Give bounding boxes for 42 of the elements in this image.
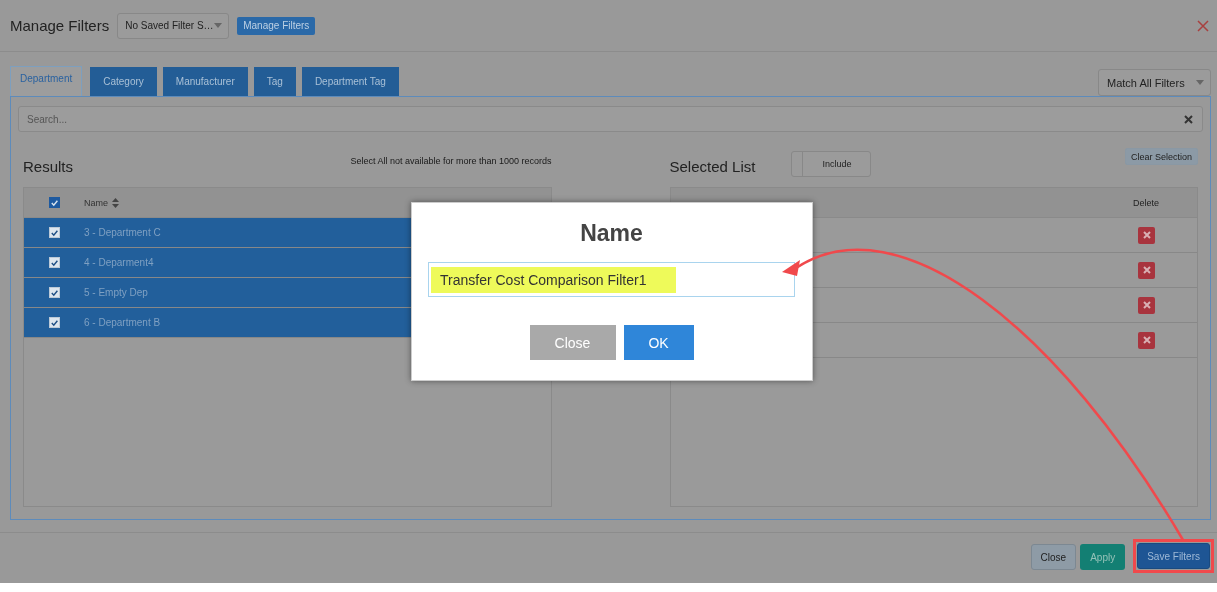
column-header[interactable]: Name — [84, 197, 108, 208]
ok-button[interactable]: OK — [623, 325, 694, 360]
caret-icon — [1196, 80, 1204, 85]
section-title: Selected List — [669, 157, 756, 175]
close-button[interactable]: Close — [529, 325, 616, 360]
close-icon — [1142, 266, 1151, 274]
row-label: 4 - Deparment4 — [84, 257, 154, 268]
dialog-title: Manage Filters — [10, 17, 110, 34]
save-filters-button[interactable]: Save Filters — [1137, 543, 1210, 569]
tab[interactable]: Category — [90, 67, 157, 96]
row-label: 5 - Empty Dep — [84, 287, 148, 298]
clear-icon — [1184, 115, 1193, 124]
row-label: 3 - Department C — [84, 227, 161, 238]
info-text: Select All not available for more than 1000 records — [350, 155, 552, 166]
match-dropdown[interactable]: Match All Filters — [1098, 69, 1211, 96]
clear-selection-button[interactable]: Clear Selection — [1124, 148, 1198, 165]
close-icon — [1142, 231, 1151, 239]
close-icon — [1197, 19, 1209, 32]
tab[interactable]: Department Tag — [301, 67, 399, 96]
row-label: 6 - Department B — [84, 317, 161, 328]
close-button[interactable]: Close — [1030, 544, 1077, 570]
tab[interactable]: Department — [10, 66, 83, 96]
checkbox[interactable] — [48, 197, 60, 208]
caret-icon — [214, 23, 223, 28]
tab[interactable]: Manufacturer — [162, 67, 248, 96]
include-toggle[interactable]: Include — [791, 151, 872, 177]
tab[interactable]: Tag — [253, 67, 296, 96]
sort-icon — [112, 197, 119, 208]
delete-button[interactable] — [1138, 261, 1155, 279]
close-icon — [1142, 301, 1151, 309]
close-icon — [1142, 336, 1151, 344]
delete-button[interactable] — [1138, 296, 1155, 314]
delete-button[interactable] — [1138, 331, 1155, 349]
search-field[interactable]: Search... — [18, 106, 1203, 132]
name-field[interactable]: Transfer Cost Comparison Filter1 — [428, 262, 795, 297]
dialog-heading: Name — [580, 220, 643, 247]
delete-button[interactable] — [1138, 226, 1155, 244]
section-title: Results — [23, 157, 74, 175]
manage-filters-button[interactable]: Manage Filters — [237, 16, 316, 35]
apply-button[interactable]: Apply — [1080, 544, 1126, 570]
column-header: Delete — [1133, 197, 1159, 208]
saved-filter-dropdown[interactable]: No Saved Filter S… — [117, 12, 230, 39]
